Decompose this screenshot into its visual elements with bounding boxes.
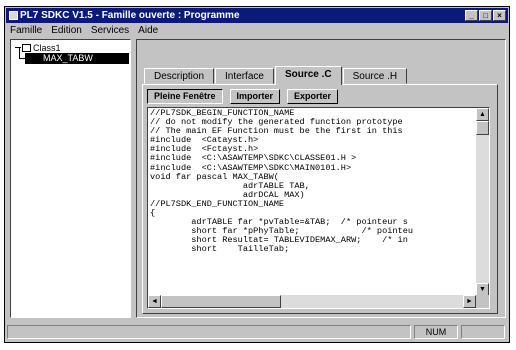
- main-window: PL7 SDKC V1.5 - Famille ouverte : Progra…: [4, 6, 510, 343]
- scroll-left-icon[interactable]: ◄: [148, 295, 161, 308]
- tab-source-c[interactable]: Source .C: [274, 66, 342, 85]
- horizontal-scrollbar[interactable]: ◄ ►: [148, 295, 476, 308]
- scroll-right-icon[interactable]: ►: [463, 295, 476, 308]
- scrollbar-corner: [476, 295, 489, 308]
- folder-icon: [22, 44, 31, 52]
- title-bar[interactable]: PL7 SDKC V1.5 - Famille ouverte : Progra…: [6, 8, 508, 23]
- minimize-icon[interactable]: _: [465, 10, 478, 21]
- code-editor[interactable]: //PL7SDK_BEGIN_FUNCTION_NAME// do not mo…: [147, 107, 490, 309]
- code-line: //PL7SDK_END_FUNCTION_NAME: [150, 198, 285, 209]
- menu-edition[interactable]: Edition: [51, 24, 82, 38]
- fullscreen-button[interactable]: Pleine Fenêtre: [147, 89, 223, 104]
- vertical-scroll-thumb[interactable]: [476, 121, 489, 135]
- status-bar: NUM: [7, 325, 507, 340]
- tree-item-label: Class1: [33, 43, 61, 53]
- code-text[interactable]: //PL7SDK_BEGIN_FUNCTION_NAME// do not mo…: [150, 108, 413, 255]
- tree-item-label: MAX_TABW: [43, 53, 93, 63]
- import-button[interactable]: Importer: [229, 89, 281, 104]
- tab-description[interactable]: Description: [144, 68, 215, 84]
- menu-aide[interactable]: Aide: [138, 24, 158, 38]
- tab-strip: Description Interface Source .C Source .…: [144, 66, 408, 85]
- status-num-panel: NUM: [414, 325, 458, 339]
- status-message-panel: [7, 325, 411, 339]
- editor-toolbar: Pleine Fenêtre Importer Exporter: [147, 89, 339, 104]
- tree-panel[interactable]: Class1 MAX_TABW: [10, 39, 131, 318]
- export-button[interactable]: Exporter: [287, 89, 339, 104]
- tree-item-max-tabw[interactable]: MAX_TABW: [25, 53, 129, 64]
- detail-panel: Description Interface Source .C Source .…: [136, 39, 506, 318]
- window-title: PL7 SDKC V1.5 - Famille ouverte : Progra…: [20, 10, 240, 21]
- scroll-up-icon[interactable]: ▲: [476, 108, 489, 121]
- close-icon[interactable]: ×: [493, 10, 506, 21]
- vertical-scrollbar[interactable]: ▲ ▼: [476, 108, 489, 296]
- maximize-icon[interactable]: □: [479, 10, 492, 21]
- source-c-pane: Pleine Fenêtre Importer Exporter //PL7SD…: [142, 84, 498, 314]
- menu-bar: Famille Edition Services Aide: [7, 24, 158, 38]
- tab-source-h[interactable]: Source .H: [342, 68, 408, 84]
- tree-connector: [15, 47, 21, 48]
- menu-services[interactable]: Services: [91, 24, 129, 38]
- tree-connector: [19, 48, 20, 58]
- status-empty-panel: [461, 325, 505, 339]
- horizontal-scroll-thumb[interactable]: [161, 295, 281, 308]
- app-icon[interactable]: [9, 11, 18, 20]
- window-controls: _ □ ×: [465, 10, 506, 21]
- tab-interface[interactable]: Interface: [215, 68, 274, 84]
- menu-famille[interactable]: Famille: [10, 24, 42, 38]
- code-line: short TailleTab;: [150, 244, 290, 255]
